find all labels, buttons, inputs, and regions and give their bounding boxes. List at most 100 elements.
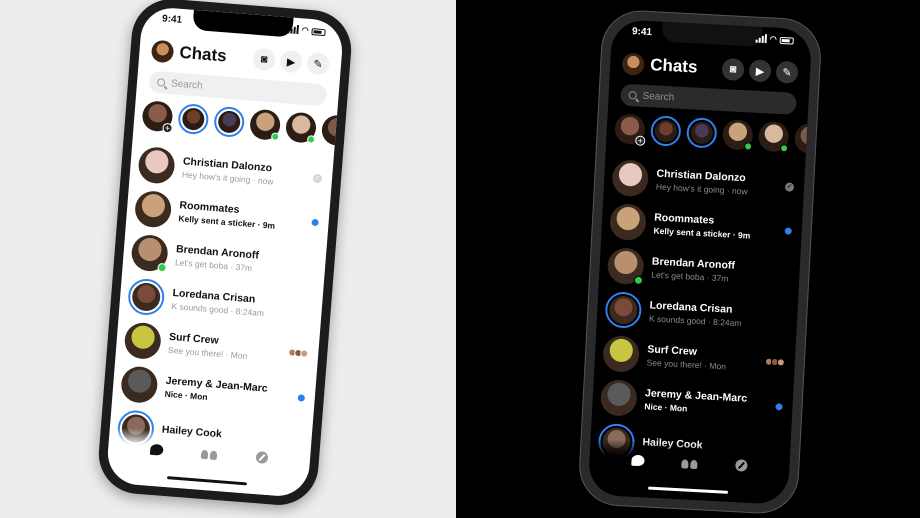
- chat-status: ✓: [772, 181, 798, 192]
- chat-status: [286, 348, 313, 358]
- stories-row: +: [141, 100, 345, 149]
- story-avatar[interactable]: [721, 119, 754, 151]
- tab-chats[interactable]: [148, 442, 165, 457]
- story-avatar[interactable]: +: [614, 113, 646, 146]
- chat-status: [770, 226, 796, 235]
- story-face: [793, 122, 813, 155]
- avatar: [606, 247, 645, 286]
- tab-people[interactable]: [681, 455, 698, 470]
- story-avatar[interactable]: [213, 105, 246, 139]
- chat-status: [290, 308, 316, 310]
- story-avatar[interactable]: +: [141, 100, 174, 134]
- avatar-face: [123, 321, 163, 361]
- story-avatar[interactable]: [177, 102, 210, 136]
- search-bar[interactable]: [620, 83, 797, 115]
- compose-icon[interactable]: ✎: [775, 60, 799, 84]
- chat-status: ✓: [300, 172, 327, 183]
- chat-list: Christian Dalonzo Hey how's it going · no…: [116, 142, 328, 464]
- avatar: [602, 335, 640, 373]
- avatar-face: [602, 335, 640, 373]
- chat-list: Christian Dalonzo Hey how's it going · no…: [597, 155, 799, 472]
- light-mode-panel: 9:41 ◠ Chats ◙ ▶ ✎ + Christian DalonzoHe…: [0, 0, 456, 518]
- avatar: [611, 159, 650, 198]
- story-avatar[interactable]: [320, 114, 345, 147]
- story-avatar[interactable]: [793, 122, 813, 155]
- avatar: [119, 365, 159, 405]
- unread-dot-icon: [297, 393, 306, 402]
- camera-icon[interactable]: ◙: [721, 57, 745, 82]
- story-face: [181, 107, 206, 131]
- chat-status: [767, 274, 793, 275]
- people-icon: [201, 447, 218, 460]
- chat-text: Brendan Aronoff Let's get boba · 37m: [651, 255, 768, 285]
- chat-text: Loredana Crisan K sounds good · 8:24am: [649, 299, 766, 329]
- signal-icon: [755, 34, 768, 44]
- avatar: [133, 189, 173, 229]
- mini-avatar: [299, 349, 309, 358]
- add-story-icon: +: [635, 135, 646, 146]
- online-indicator: [306, 135, 316, 144]
- avatar: [609, 203, 647, 242]
- tab-discover[interactable]: [733, 458, 750, 473]
- unread-dot-icon: [775, 402, 783, 411]
- phone-light: 9:41 ◠ Chats ◙ ▶ ✎ + Christian DalonzoHe…: [95, 0, 355, 508]
- avatar: [126, 277, 166, 317]
- chat-text: Christian Dalonzo Hey how's it going · no…: [182, 155, 302, 188]
- chat-bubble-icon: [630, 454, 645, 466]
- tab-bar: [587, 438, 791, 505]
- chat-text: Jeremy & Jean-Marc Nice · Mon: [164, 375, 284, 408]
- messenger-screen: 9:41 ◠ Chats ◙ ▶ ✎ + Christian DalonzoHe…: [587, 19, 813, 505]
- search-icon: [156, 78, 166, 87]
- online-indicator: [779, 144, 789, 153]
- search-input[interactable]: [642, 90, 793, 110]
- profile-avatar[interactable]: [621, 52, 645, 76]
- story-avatar[interactable]: [650, 115, 682, 147]
- status-time: 9:41: [631, 26, 653, 39]
- profile-avatar[interactable]: [150, 39, 175, 64]
- online-indicator: [633, 275, 644, 286]
- seen-check-icon: ✓: [312, 173, 323, 183]
- avatar-face: [131, 281, 162, 313]
- video-icon[interactable]: ▶: [279, 49, 303, 74]
- story-avatar[interactable]: [248, 108, 282, 141]
- search-input[interactable]: [170, 77, 322, 101]
- chat-status: [296, 217, 322, 226]
- battery-icon: [779, 36, 794, 45]
- story-face: [654, 119, 678, 143]
- story-avatar[interactable]: [685, 117, 718, 149]
- story-avatar[interactable]: [757, 120, 790, 153]
- avatar: [130, 233, 170, 273]
- add-story-icon: +: [162, 122, 173, 134]
- search-icon: [628, 91, 637, 100]
- chat-status: [283, 392, 309, 402]
- chat-text: Roommates Kelly sent a sticker · 9m: [178, 199, 298, 232]
- wifi-icon: ◠: [769, 34, 778, 44]
- system-icons: ◠: [755, 34, 794, 45]
- seen-check-icon: ✓: [784, 181, 795, 192]
- tab-chats[interactable]: [629, 453, 646, 468]
- avatar-face: [599, 379, 638, 417]
- chat-text: Brendan Aronoff Let's get boba · 37m: [175, 243, 295, 276]
- page-title: Chats: [178, 42, 228, 66]
- compose-icon[interactable]: ✎: [306, 51, 330, 76]
- online-indicator: [270, 132, 280, 141]
- compass-icon: [735, 459, 748, 472]
- story-avatar[interactable]: [284, 111, 318, 144]
- signal-icon: [287, 24, 300, 35]
- system-icons: ◠: [287, 24, 326, 37]
- avatar-face: [609, 203, 647, 242]
- dark-mode-panel: 9:41 ◠ Chats ◙ ▶ ✎ + Christian DalonzoHe…: [456, 0, 920, 518]
- camera-icon[interactable]: ◙: [252, 47, 277, 72]
- unread-dot-icon: [784, 226, 792, 235]
- home-indicator: [648, 486, 729, 494]
- stories-row: +: [614, 113, 813, 157]
- compass-icon: [255, 451, 269, 464]
- video-icon[interactable]: ▶: [748, 59, 772, 83]
- online-indicator: [157, 262, 167, 273]
- read-receipt-avatars: [288, 348, 309, 358]
- chat-status: [293, 264, 319, 266]
- tab-people[interactable]: [201, 446, 218, 461]
- tab-discover[interactable]: [253, 450, 270, 465]
- avatar: [604, 291, 643, 329]
- chat-text: Surf Crew See you there! · Mon: [168, 331, 288, 364]
